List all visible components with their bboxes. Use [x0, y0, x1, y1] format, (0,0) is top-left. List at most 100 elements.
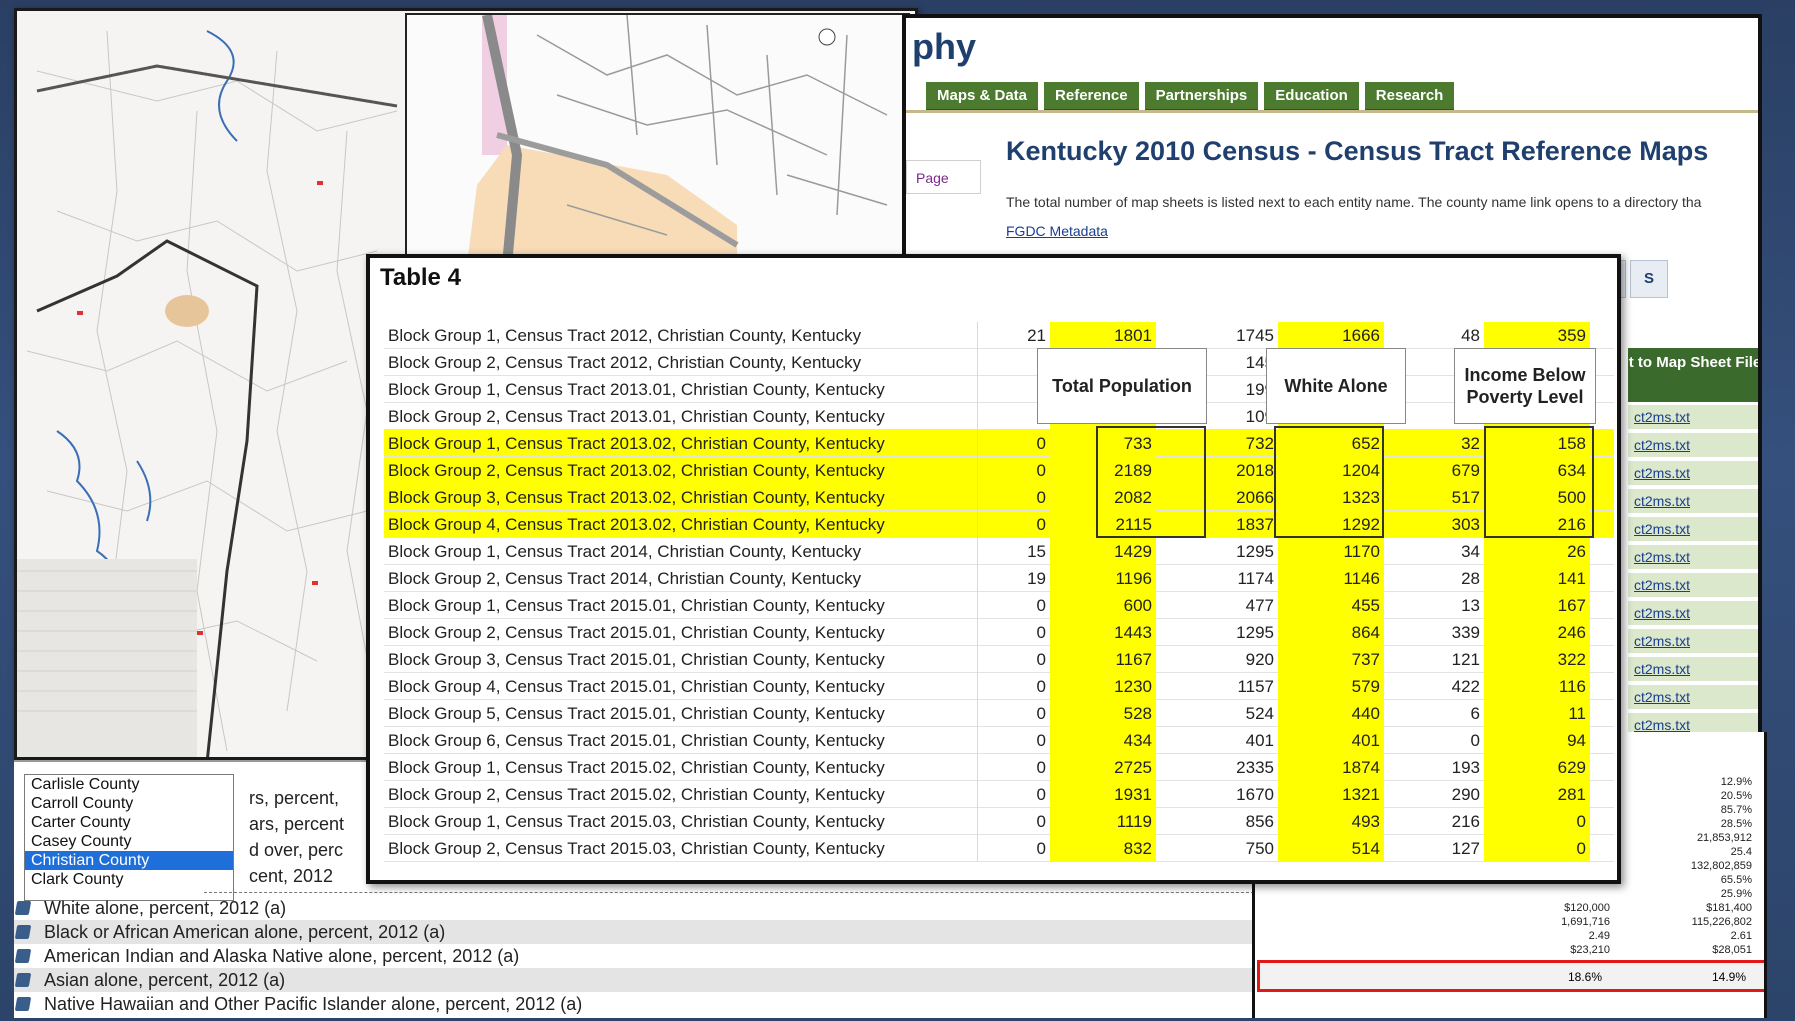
- file-link[interactable]: ct2ms.txt: [1628, 489, 1758, 513]
- table-row: Block Group 1, Census Tract 2015.03, Chr…: [384, 808, 1614, 835]
- facts-value: $23,210: [1570, 944, 1610, 956]
- file-link[interactable]: ct2ms.txt: [1628, 685, 1758, 709]
- file-link[interactable]: ct2ms.txt: [1628, 517, 1758, 541]
- file-link[interactable]: ct2ms.txt: [1628, 629, 1758, 653]
- fact-row[interactable]: Black or African American alone, percent…: [14, 920, 1254, 944]
- nav-tab-reference[interactable]: Reference: [1044, 82, 1139, 111]
- facts-value: 28.5%: [1720, 818, 1752, 830]
- white-alone-cell: 1874: [1278, 754, 1384, 781]
- total-population-cell: 434: [1050, 727, 1156, 754]
- table-row: Block Group 1, Census Tract 2014, Christ…: [384, 538, 1614, 565]
- poverty-cell: 0: [1484, 835, 1590, 862]
- total-population-header: Total Population: [1037, 348, 1207, 424]
- value-cell: 19: [1027, 569, 1046, 588]
- fact-row[interactable]: Asian alone, percent, 2012 (a): [14, 968, 1254, 992]
- nav-tab-maps-data[interactable]: Maps & Data: [926, 82, 1039, 111]
- white-alone-outline: [1274, 426, 1384, 538]
- table-row: Block Group 4, Census Tract 2013.02, Chr…: [384, 511, 1614, 538]
- geography-cell: Block Group 1, Census Tract 2014, Christ…: [388, 538, 978, 565]
- geography-cell: Block Group 1, Census Tract 2015.03, Chr…: [388, 808, 978, 835]
- white-alone-cell: 401: [1278, 727, 1384, 754]
- file-link[interactable]: ct2ms.txt: [1628, 461, 1758, 485]
- geography-cell: Block Group 4, Census Tract 2013.02, Chr…: [388, 511, 978, 538]
- nav-tab-partnerships[interactable]: Partnerships: [1144, 82, 1259, 111]
- file-link[interactable]: ct2ms.txt: [1628, 573, 1758, 597]
- table-row: Block Group 2, Census Tract 2014, Christ…: [384, 565, 1614, 592]
- value-cell: 0: [1036, 515, 1046, 534]
- white-alone-cell: 514: [1278, 835, 1384, 862]
- alpha-letter-s[interactable]: S: [1630, 260, 1668, 298]
- table-row: Block Group 1, Census Tract 2013.01, Chr…: [384, 376, 1614, 403]
- nav-tab-research[interactable]: Research: [1364, 82, 1455, 111]
- side-page-link[interactable]: Page: [906, 160, 981, 194]
- table-row: Block Group 2, Census Tract 2013.01, Chr…: [384, 403, 1614, 430]
- total-population-cell: 1443: [1050, 619, 1156, 646]
- white-alone-cell: 737: [1278, 646, 1384, 673]
- facts-value: 132,802,859: [1690, 860, 1752, 872]
- facts-value: 25.9%: [1720, 888, 1752, 900]
- white-alone-cell: 1146: [1278, 565, 1384, 592]
- value-cell: 1174: [1237, 569, 1274, 588]
- table-row: Block Group 5, Census Tract 2015.01, Chr…: [384, 700, 1614, 727]
- county-option[interactable]: Casey County: [25, 832, 233, 851]
- geography-cell: Block Group 2, Census Tract 2013.01, Chr…: [388, 403, 978, 430]
- main-nav: Maps & Data Reference Partnerships Educa…: [926, 82, 1455, 111]
- poverty-outline: [1484, 426, 1594, 538]
- inset-map: [405, 13, 910, 263]
- file-link[interactable]: ct2ms.txt: [1628, 601, 1758, 625]
- poverty-cell: 141: [1484, 565, 1590, 592]
- income-poverty-header: Income Below Poverty Level: [1454, 348, 1596, 424]
- county-option[interactable]: Clark County: [25, 870, 233, 889]
- facts-value: $120,000: [1564, 902, 1610, 914]
- county-option[interactable]: Carroll County: [25, 794, 233, 813]
- value-cell: 127: [1451, 839, 1480, 858]
- county-dropdown[interactable]: Carlisle County Carroll County Carter Co…: [24, 774, 234, 901]
- facts-number-row: 1,691,716 115,226,802: [1255, 916, 1764, 929]
- facts-value: 12.9%: [1720, 776, 1752, 788]
- geography-cell: Block Group 3, Census Tract 2015.01, Chr…: [388, 646, 978, 673]
- value-cell: 32: [1461, 434, 1480, 453]
- geography-cell: Block Group 1, Census Tract 2013.02, Chr…: [388, 430, 978, 457]
- total-population-cell: 1119: [1050, 808, 1156, 835]
- info-icon: [14, 997, 32, 1011]
- geography-cell: Block Group 4, Census Tract 2015.01, Chr…: [388, 673, 978, 700]
- white-alone-cell: 455: [1278, 592, 1384, 619]
- total-population-cell: 1429: [1050, 538, 1156, 565]
- fact-row[interactable]: White alone, percent, 2012 (a): [14, 896, 1254, 920]
- fgdc-metadata-link[interactable]: FGDC Metadata: [1006, 223, 1108, 239]
- facts-value: $181,400: [1706, 902, 1752, 914]
- county-option-selected[interactable]: Christian County: [25, 851, 233, 870]
- file-link[interactable]: ct2ms.txt: [1628, 657, 1758, 681]
- geography-cell: Block Group 6, Census Tract 2015.01, Chr…: [388, 727, 978, 754]
- geography-cell: Block Group 2, Census Tract 2012, Christ…: [388, 349, 978, 376]
- geography-cell: Block Group 1, Census Tract 2013.01, Chr…: [388, 376, 978, 403]
- county-option[interactable]: Carlisle County: [25, 775, 233, 794]
- facts-value: 21,853,912: [1696, 832, 1752, 844]
- nav-divider: [906, 110, 1758, 113]
- value-cell: 0: [1036, 677, 1046, 696]
- info-icon: [14, 925, 32, 939]
- value-cell: 13: [1461, 596, 1480, 615]
- fact-row[interactable]: American Indian and Alaska Native alone,…: [14, 944, 1254, 968]
- facts-value: 20.5%: [1720, 790, 1752, 802]
- county-option[interactable]: Carter County: [25, 813, 233, 832]
- value-cell: 477: [1245, 596, 1274, 615]
- file-link[interactable]: ct2ms.txt: [1628, 405, 1758, 429]
- file-link[interactable]: ct2ms.txt: [1628, 545, 1758, 569]
- poverty-cell: 246: [1484, 619, 1590, 646]
- info-icon: [14, 901, 32, 915]
- table-row: Block Group 2, Census Tract 2013.02, Chr…: [384, 457, 1614, 484]
- file-link[interactable]: ct2ms.txt: [1628, 433, 1758, 457]
- total-population-cell: 1931: [1050, 781, 1156, 808]
- nav-tab-education[interactable]: Education: [1264, 82, 1359, 111]
- value-cell: 193: [1451, 758, 1480, 777]
- value-cell: 920: [1245, 650, 1274, 669]
- value-cell: 0: [1036, 785, 1046, 804]
- fact-row[interactable]: Native Hawaiian and Other Pacific Island…: [14, 992, 1254, 1016]
- poverty-cell: 281: [1484, 781, 1590, 808]
- table-row: Block Group 4, Census Tract 2015.01, Chr…: [384, 673, 1614, 700]
- white-alone-header: White Alone: [1266, 348, 1406, 424]
- fact-label: American Indian and Alaska Native alone,…: [44, 946, 520, 966]
- total-population-outline: [1096, 426, 1206, 538]
- geography-cell: Block Group 1, Census Tract 2015.01, Chr…: [388, 592, 978, 619]
